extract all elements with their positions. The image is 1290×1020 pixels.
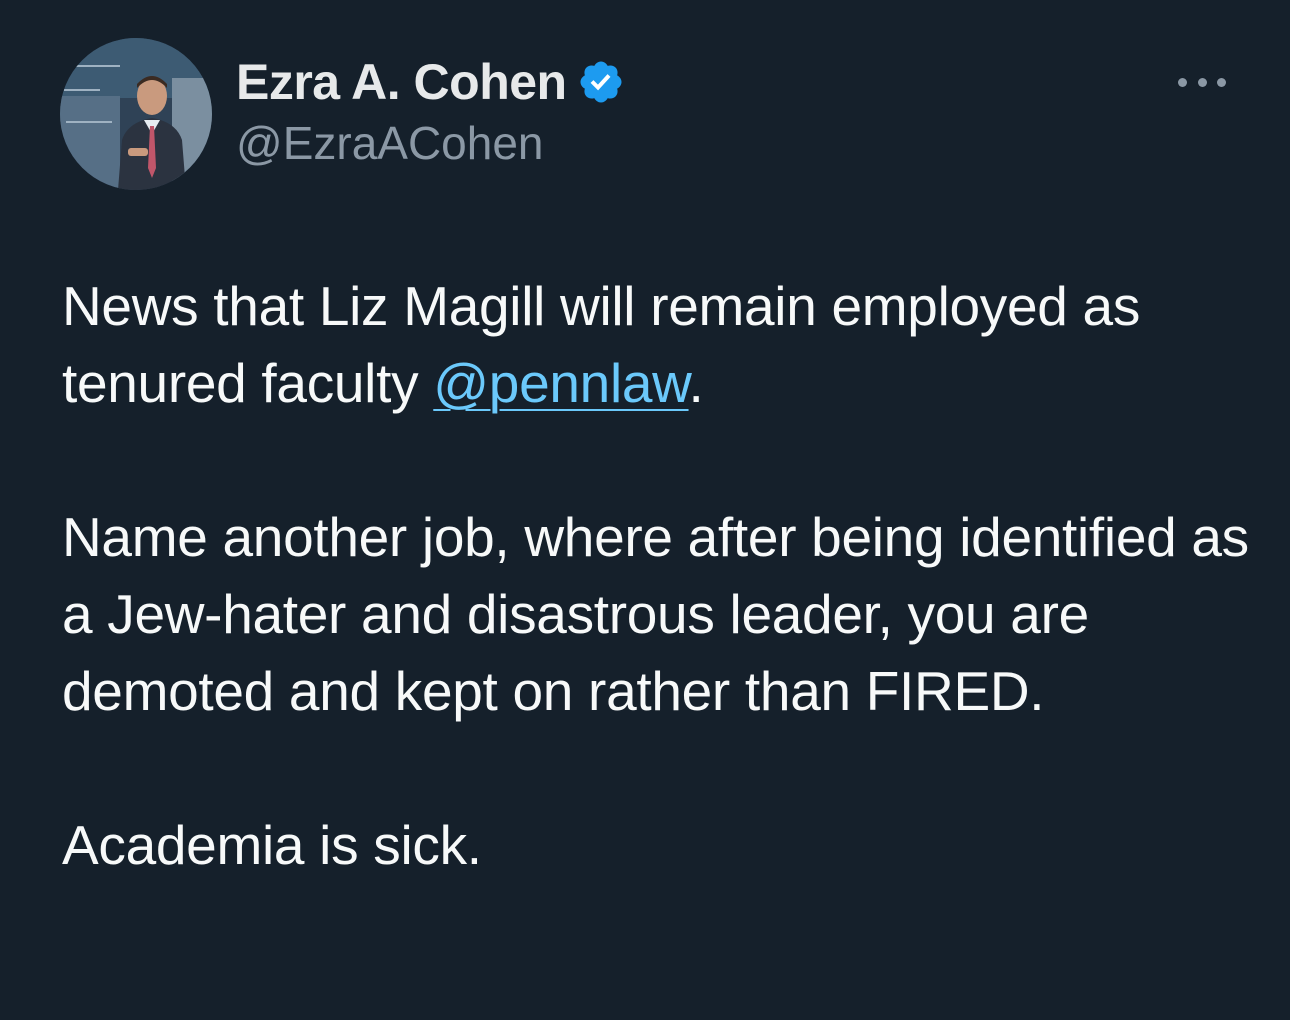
author-info[interactable]: Ezra A. Cohen @EzraACohen	[236, 52, 625, 170]
tweet-paragraph-1: News that Liz Magill will remain employe…	[62, 268, 1252, 422]
tweet-paragraph-2: Name another job, where after being iden…	[62, 506, 1249, 722]
display-name[interactable]: Ezra A. Cohen	[236, 53, 567, 111]
more-options-icon[interactable]	[1178, 70, 1226, 94]
more-dot	[1178, 77, 1187, 87]
more-dot	[1197, 77, 1207, 87]
mention-link[interactable]: @pennlaw	[433, 352, 689, 414]
tweet-body: News that Liz Magill will remain employe…	[62, 268, 1252, 884]
tweet-text-segment: .	[688, 352, 704, 414]
verified-badge-icon[interactable]	[577, 58, 625, 106]
author-name-row: Ezra A. Cohen	[236, 52, 625, 112]
avatar-photo	[60, 38, 212, 190]
avatar[interactable]	[60, 38, 212, 190]
tweet-paragraph-3: Academia is sick.	[62, 814, 482, 876]
tweet-card: Ezra A. Cohen @EzraACohen News that Liz …	[0, 0, 1290, 1020]
handle[interactable]: @EzraACohen	[236, 116, 625, 170]
more-dot	[1217, 77, 1226, 87]
